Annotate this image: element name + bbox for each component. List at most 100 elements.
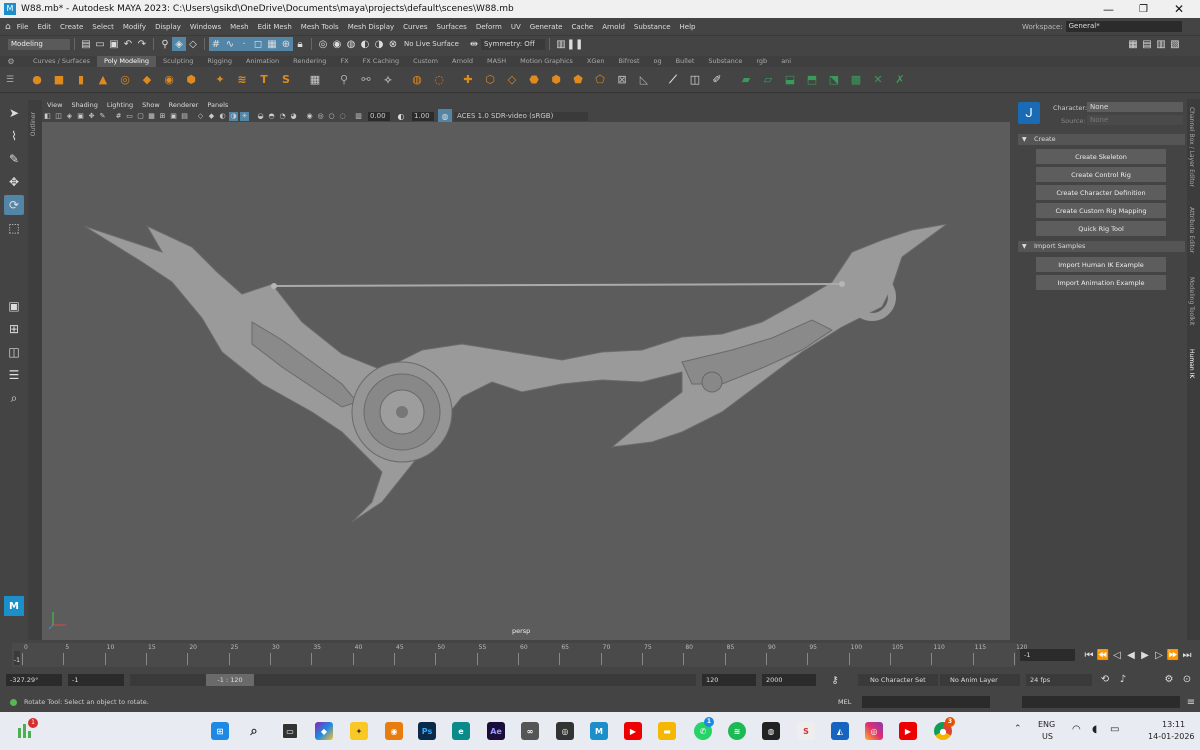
plane-icon[interactable]: ◆ [139,72,155,88]
field-chart-icon[interactable]: ⊞ [158,112,167,121]
tab-modeling-toolkit[interactable]: Modeling Toolkit [1188,277,1195,325]
rotate-tool-icon[interactable]: ⟳ [4,195,24,215]
viewport-menu-view[interactable]: View [47,101,62,109]
menu-curves[interactable]: Curves [403,23,427,31]
disc-icon[interactable]: ◉ [161,72,177,88]
shelf-tab-animation[interactable]: Animation [239,56,286,67]
hik-import-animation-example-button[interactable]: Import Animation Example [1036,275,1166,290]
separate-icon[interactable]: ⚯ [358,72,374,88]
color-space-select[interactable]: ACES 1.0 SDR-video (sRGB) [454,111,588,121]
menu-mesh-display[interactable]: Mesh Display [348,23,394,31]
menu-create[interactable]: Create [60,23,83,31]
smooth-icon[interactable]: ⟡ [380,72,396,88]
current-frame-field[interactable]: -1 [1020,649,1075,661]
hik-quick-rig-tool-button[interactable]: Quick Rig Tool [1036,221,1166,236]
resolution-gate-icon[interactable]: ▢ [136,112,145,121]
menu-substance[interactable]: Substance [634,23,671,31]
anim-layer-select[interactable]: No Anim Layer [940,674,1020,686]
menu-edit[interactable]: Edit [37,23,51,31]
crease-icon[interactable]: ✗ [892,72,908,88]
safe-title-icon[interactable]: ▤ [180,112,189,121]
svg-tool-icon[interactable]: S [278,72,294,88]
layout-icon-3[interactable]: ▥ [1154,37,1168,51]
scale-tool-icon[interactable]: ⬚ [4,218,24,238]
app-icon-dark[interactable]: ◍ [762,722,780,740]
instagram-icon[interactable]: ◎ [865,722,883,740]
file-explorer-icon[interactable]: ▬ [658,722,676,740]
live-surface-label[interactable]: No Live Surface [404,40,459,48]
windows-start-icon[interactable]: ⊞ [211,722,229,740]
isolate-select-icon[interactable]: ◉ [305,112,314,121]
quadrangulate-icon[interactable]: ⊠ [614,72,630,88]
snap-curve-icon[interactable]: ∿ [223,37,237,51]
gamma-icon[interactable]: ◐ [394,109,408,123]
extrude-icon[interactable]: ◍ [409,72,425,88]
snap-center-icon[interactable]: ⊕ [279,37,293,51]
language-label[interactable]: ENG [1038,720,1055,729]
shelf-tab-sculpting[interactable]: Sculpting [156,56,200,67]
color-management-icon[interactable]: ◍ [438,109,452,123]
shelf-settings-icon[interactable]: ⚙ [0,57,22,66]
anim-prefs-icon[interactable]: ⚙ [1162,672,1176,686]
tab-channel-box[interactable]: Channel Box / Layer Editor [1188,107,1195,187]
camera-sequencer-icon[interactable]: ▥ [354,112,363,121]
fill-hole-icon[interactable]: ⬡ [482,72,498,88]
rotate-value-field[interactable]: -327.29° [6,674,62,686]
2d-pan-zoom-icon[interactable]: ✥ [87,112,96,121]
maya-home-icon[interactable]: M [4,596,24,616]
shelf-tab-rendering[interactable]: Rendering [286,56,333,67]
youtube-icon[interactable]: ▶ [624,722,642,740]
shelf-tab-ani[interactable]: ani [774,56,798,67]
shelf-tab-bifrost[interactable]: Bifrost [612,56,647,67]
redo-icon[interactable]: ↷ [135,37,149,51]
volume-icon[interactable]: ◖ [1092,724,1097,735]
clock-date[interactable]: 14-01-2026 [1148,732,1195,741]
play-forward-icon[interactable]: ▶ [1138,648,1152,662]
step-forward-frame-icon[interactable]: ▷ [1152,648,1166,662]
render-settings-icon[interactable]: ◐ [358,37,372,51]
layout-icon-2[interactable]: ▤ [1140,37,1154,51]
menu-uv[interactable]: UV [511,23,521,31]
select-object-icon[interactable]: ◈ [172,37,186,51]
bow-model[interactable] [42,122,1010,640]
single-pane-icon[interactable]: ▣ [4,296,24,316]
menu-arnold[interactable]: Arnold [602,23,625,31]
hik-create-skeleton-button[interactable]: Create Skeleton [1036,149,1166,164]
shelf-tab-motion-graphics[interactable]: Motion Graphics [513,56,580,67]
xray-icon[interactable]: ◎ [316,112,325,121]
tab-human-ik[interactable]: Human IK [1188,349,1195,378]
target-weld-icon[interactable]: ◫ [687,72,703,88]
lasso-tool-icon[interactable]: ⌇ [4,126,24,146]
lock-icon[interactable]: 🔒︎ [293,37,307,51]
shelf-tab-fx-caching[interactable]: FX Caching [356,56,407,67]
poke-icon[interactable]: ⬟ [570,72,586,88]
workspace-select[interactable]: General* [1065,21,1182,32]
move-tool-icon[interactable]: ✥ [4,172,24,192]
shelf-tab-arnold[interactable]: Arnold [445,56,480,67]
xray-joints-icon[interactable]: ○ [327,112,336,121]
viewport-menu-show[interactable]: Show [142,101,160,109]
sweep-mesh-icon[interactable]: ✦ [212,72,228,88]
after-effects-icon[interactable]: Ae [487,722,505,740]
undo-icon[interactable]: ↶ [121,37,135,51]
go-to-end-icon[interactable]: ⏭ [1180,648,1194,662]
wedge-icon[interactable]: ⬠ [592,72,608,88]
viewport-menu-lighting[interactable]: Lighting [107,101,133,109]
duplicate-face-icon[interactable]: ▱ [760,72,776,88]
app-icon-blue[interactable]: ◭ [831,722,849,740]
ipr-icon[interactable]: ◍ [344,37,358,51]
menu-set-select[interactable]: Modeling [8,38,70,50]
triangulate-icon[interactable]: ◺ [636,72,652,88]
total-frame-field[interactable]: 2000 [762,674,816,686]
step-forward-key-icon[interactable]: ⏩ [1166,648,1180,662]
time-prefs-icon[interactable]: ⊙ [1180,672,1194,686]
sound-icon[interactable]: ♪ [1116,672,1130,686]
import-section[interactable]: ▼ Import Samples [1018,241,1185,252]
use-all-lights-icon[interactable]: ☀ [240,111,249,121]
menu-surfaces[interactable]: Surfaces [436,23,466,31]
blender-icon[interactable]: ◉ [385,722,403,740]
minimize-button[interactable]: — [1103,3,1114,16]
render-icon[interactable]: ◉ [330,37,344,51]
key-icon[interactable]: ⚷ [828,673,842,687]
type-tool-icon[interactable]: T [256,72,272,88]
